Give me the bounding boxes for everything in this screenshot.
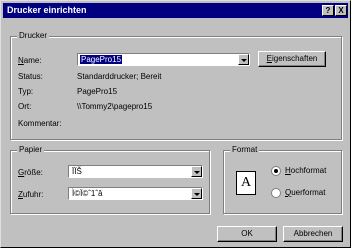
source-label: Zufuhr:	[18, 190, 44, 199]
printer-name-dropdown[interactable]: PagePro15	[77, 53, 250, 66]
ok-button[interactable]: OK	[217, 226, 277, 242]
location-label: Ort:	[18, 102, 32, 111]
paper-source-dropdown[interactable]: Ì©Ï©ˆ1ˆâ	[68, 187, 203, 200]
size-label: Größe:	[18, 168, 43, 177]
chevron-down-icon[interactable]	[191, 188, 202, 199]
portrait-page-icon: A	[236, 171, 256, 195]
name-label: Name:	[18, 56, 42, 65]
printer-name-value: PagePro15	[80, 55, 123, 64]
paper-group: Papier	[10, 145, 210, 214]
paper-group-label: Papier	[17, 145, 45, 154]
status-value: Standarddrucker; Bereit	[77, 72, 162, 81]
landscape-radio[interactable]	[271, 188, 281, 198]
cancel-button[interactable]: Abbrechen	[283, 226, 343, 242]
close-button[interactable]: X	[335, 5, 347, 16]
portrait-radio[interactable]	[271, 166, 281, 176]
title-bar: Drucker einrichten ? X	[3, 3, 348, 18]
comment-label: Kommentar:	[18, 119, 62, 128]
window-title: Drucker einrichten	[7, 5, 87, 15]
portrait-label[interactable]: Hochformat	[285, 166, 326, 175]
status-label: Status:	[18, 72, 43, 81]
help-button[interactable]: ?	[322, 5, 334, 16]
chevron-down-icon[interactable]	[191, 166, 202, 177]
paper-size-value: ÏÏŠ	[72, 167, 82, 176]
type-label: Typ:	[18, 87, 34, 96]
location-value: \\Tommy2\pagepro15	[77, 102, 153, 111]
properties-button[interactable]: Eigenschaften	[258, 51, 326, 67]
paper-source-value: Ì©Ï©ˆ1ˆâ	[72, 189, 103, 198]
landscape-label[interactable]: Querformat	[285, 188, 325, 197]
chevron-down-icon[interactable]	[238, 54, 249, 65]
printer-setup-dialog: Drucker einrichten ? X Drucker Name: Pag…	[0, 0, 351, 248]
printer-group-label: Drucker	[17, 31, 50, 40]
paper-size-dropdown[interactable]: ÏÏŠ	[68, 165, 203, 178]
type-value: PagePro15	[77, 87, 118, 96]
format-group-label: Format	[230, 145, 260, 154]
